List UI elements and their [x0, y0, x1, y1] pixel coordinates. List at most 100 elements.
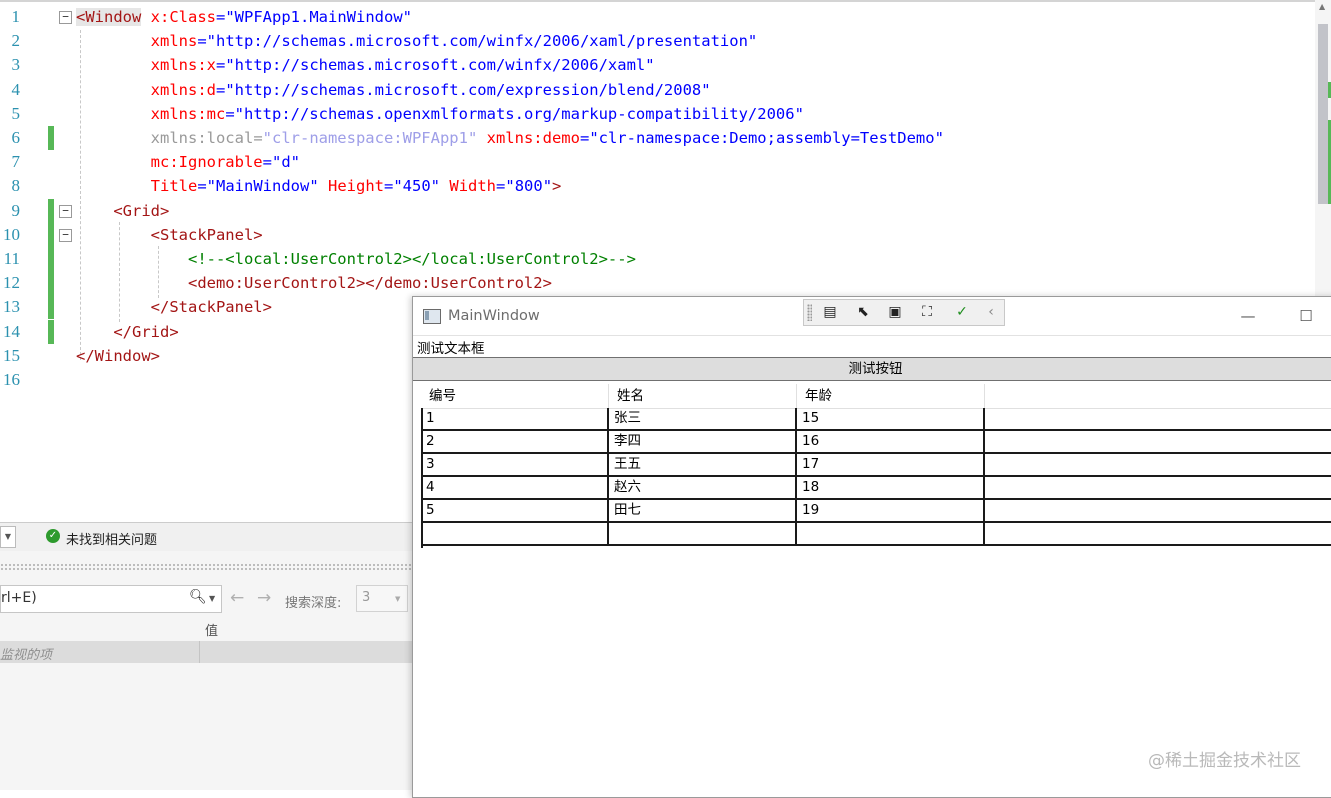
- cell-name[interactable]: 田七: [609, 500, 797, 521]
- line-number: 13: [3, 297, 20, 317]
- column-header-id[interactable]: 编号: [421, 384, 609, 408]
- cell-name[interactable]: 李四: [609, 431, 797, 452]
- line-number: 10: [3, 224, 20, 244]
- cell-name[interactable]: 张三: [609, 408, 797, 429]
- search-depth-label: 搜索深度:: [285, 596, 342, 611]
- collapse-icon[interactable]: −: [59, 11, 72, 24]
- code-token: xmlns:x: [150, 56, 216, 75]
- live-visual-tree-icon[interactable]: ▤: [820, 302, 840, 322]
- table-row[interactable]: 2 李四 16: [421, 431, 1331, 454]
- code-token: xmlns:demo: [486, 129, 580, 147]
- cell-age[interactable]: 15: [797, 408, 985, 429]
- toolbar-grip[interactable]: [807, 304, 812, 321]
- code-line[interactable]: 10 − <StackPanel>: [0, 222, 1300, 247]
- code-token: </StackPanel>: [150, 298, 272, 317]
- code-text: xmlns:x="http://schemas.microsoft.com/wi…: [76, 53, 655, 77]
- code-line[interactable]: 5 xmlns:mc="http://schemas.openxmlformat…: [0, 102, 1300, 126]
- cell-id-new[interactable]: [421, 523, 609, 544]
- code-text: </StackPanel>: [76, 295, 272, 319]
- table-row[interactable]: 1 张三 15: [421, 408, 1331, 431]
- code-token: >: [552, 177, 562, 196]
- code-line[interactable]: 3 xmlns:x="http://schemas.microsoft.com/…: [0, 53, 1300, 77]
- test-button[interactable]: 测试按钮: [413, 357, 1331, 381]
- code-line[interactable]: 1 − <Window x:Class="WPFApp1.MainWindow": [0, 5, 1300, 29]
- cell-name-new[interactable]: [609, 523, 797, 544]
- track-focus-icon[interactable]: ⛶: [917, 302, 937, 322]
- code-token: =: [262, 153, 272, 172]
- table-row[interactable]: 4 赵六 18: [421, 477, 1331, 500]
- code-line[interactable]: 7 mc:Ignorable="d": [0, 150, 1300, 174]
- code-line[interactable]: 11 <!--<local:UserControl2></local:UserC…: [0, 247, 1300, 271]
- collapse-icon[interactable]: −: [59, 204, 72, 218]
- code-line[interactable]: 8 Title="MainWindow" Height="450" Width=…: [0, 174, 1300, 198]
- code-text: <!--<local:UserControl2></local:UserCont…: [76, 247, 636, 271]
- cell-id[interactable]: 2: [421, 431, 609, 452]
- scrollbar-thumb[interactable]: [1318, 24, 1328, 204]
- cell-age[interactable]: 19: [797, 500, 985, 521]
- cell-age-new[interactable]: [797, 523, 985, 544]
- minimize-icon[interactable]: —: [1236, 304, 1260, 328]
- window-app-icon: [423, 309, 441, 324]
- column-header-age[interactable]: 年龄: [797, 384, 985, 408]
- line-number: 5: [11, 103, 21, 123]
- watch-add-row[interactable]: 监视的项: [0, 641, 413, 663]
- code-token: <StackPanel>: [150, 225, 263, 244]
- data-grid[interactable]: 编号 姓名 年龄 1 张三 15 2 李四 16 3 王五 17 4 赵六 18…: [421, 384, 1331, 549]
- cell-age[interactable]: 16: [797, 431, 985, 452]
- line-number: 7: [11, 152, 21, 172]
- hot-reload-ok-icon[interactable]: ✓: [952, 302, 972, 322]
- value-column-header[interactable]: 值: [205, 620, 218, 639]
- display-layout-adorners-icon[interactable]: ▣: [885, 302, 905, 322]
- code-token: "http://schemas.microsoft.com/winfx/2006…: [206, 32, 758, 51]
- code-token: "http://schemas.microsoft.com/expression…: [225, 80, 711, 99]
- collapse-toolbar-icon[interactable]: ‹: [981, 302, 1001, 322]
- line-number: 12: [3, 273, 20, 293]
- collapse-icon[interactable]: −: [59, 228, 72, 242]
- code-line[interactable]: 12 <demo:UserControl2></demo:UserControl…: [0, 271, 1300, 296]
- panel-drag-grip[interactable]: [0, 563, 413, 571]
- window-title-bar[interactable]: MainWindow ▤ ⬉ ▣ ⛶ ✓ ‹ — ☐: [413, 297, 1331, 336]
- cell-id[interactable]: 1: [421, 408, 609, 429]
- code-text: Title="MainWindow" Height="450" Width="8…: [76, 174, 562, 198]
- back-arrow-icon[interactable]: ←: [230, 588, 244, 608]
- select-element-icon[interactable]: ⬉: [853, 302, 873, 322]
- new-item-row[interactable]: [421, 523, 1331, 546]
- code-line[interactable]: 2 xmlns="http://schemas.microsoft.com/wi…: [0, 29, 1300, 53]
- table-row[interactable]: 3 王五 17: [421, 454, 1331, 477]
- cell-id[interactable]: 4: [421, 477, 609, 498]
- code-line[interactable]: 9 − <Grid>: [0, 198, 1300, 223]
- wpf-main-window[interactable]: MainWindow ▤ ⬉ ▣ ⛶ ✓ ‹ — ☐ 测试文本框 测试按钮 编号…: [412, 296, 1331, 798]
- cell-id[interactable]: 3: [421, 454, 609, 475]
- zoom-dropdown[interactable]: ▼: [0, 526, 16, 548]
- code-text: mc:Ignorable="d": [76, 150, 300, 174]
- cell-name[interactable]: 赵六: [609, 477, 797, 498]
- chevron-down-icon[interactable]: ▼: [209, 594, 215, 603]
- code-token: =: [197, 32, 207, 51]
- line-number: 4: [11, 79, 21, 99]
- change-indicator: [48, 126, 54, 150]
- code-line[interactable]: 6 xmlns:local="clr-namespace:WPFApp1" xm…: [0, 126, 1300, 150]
- code-text: xmlns:local="clr-namespace:WPFApp1" xmln…: [76, 126, 944, 150]
- maximize-icon[interactable]: ☐: [1294, 304, 1318, 328]
- cell-id[interactable]: 5: [421, 500, 609, 521]
- code-token: =: [253, 129, 263, 147]
- cell-name[interactable]: 王五: [609, 454, 797, 475]
- code-line[interactable]: 4 xmlns:d="http://schemas.microsoft.com/…: [0, 78, 1300, 102]
- scroll-up-arrow-icon[interactable]: ▲: [1319, 2, 1325, 11]
- code-token: </Grid>: [113, 322, 179, 341]
- search-depth-select[interactable]: 3 ▼: [356, 585, 408, 612]
- watch-search-box[interactable]: rl+E) 🔍︎ ▼: [0, 585, 222, 613]
- cell-age[interactable]: 17: [797, 454, 985, 475]
- search-icon[interactable]: 🔍︎: [189, 589, 207, 605]
- column-header-name[interactable]: 姓名: [609, 384, 797, 408]
- change-indicator: [48, 271, 54, 296]
- cell-age[interactable]: 18: [797, 477, 985, 498]
- forward-arrow-icon[interactable]: →: [257, 588, 271, 608]
- table-row[interactable]: 5 田七 19: [421, 500, 1331, 523]
- line-number: 15: [3, 345, 20, 365]
- code-token: xmlns:d: [150, 80, 216, 99]
